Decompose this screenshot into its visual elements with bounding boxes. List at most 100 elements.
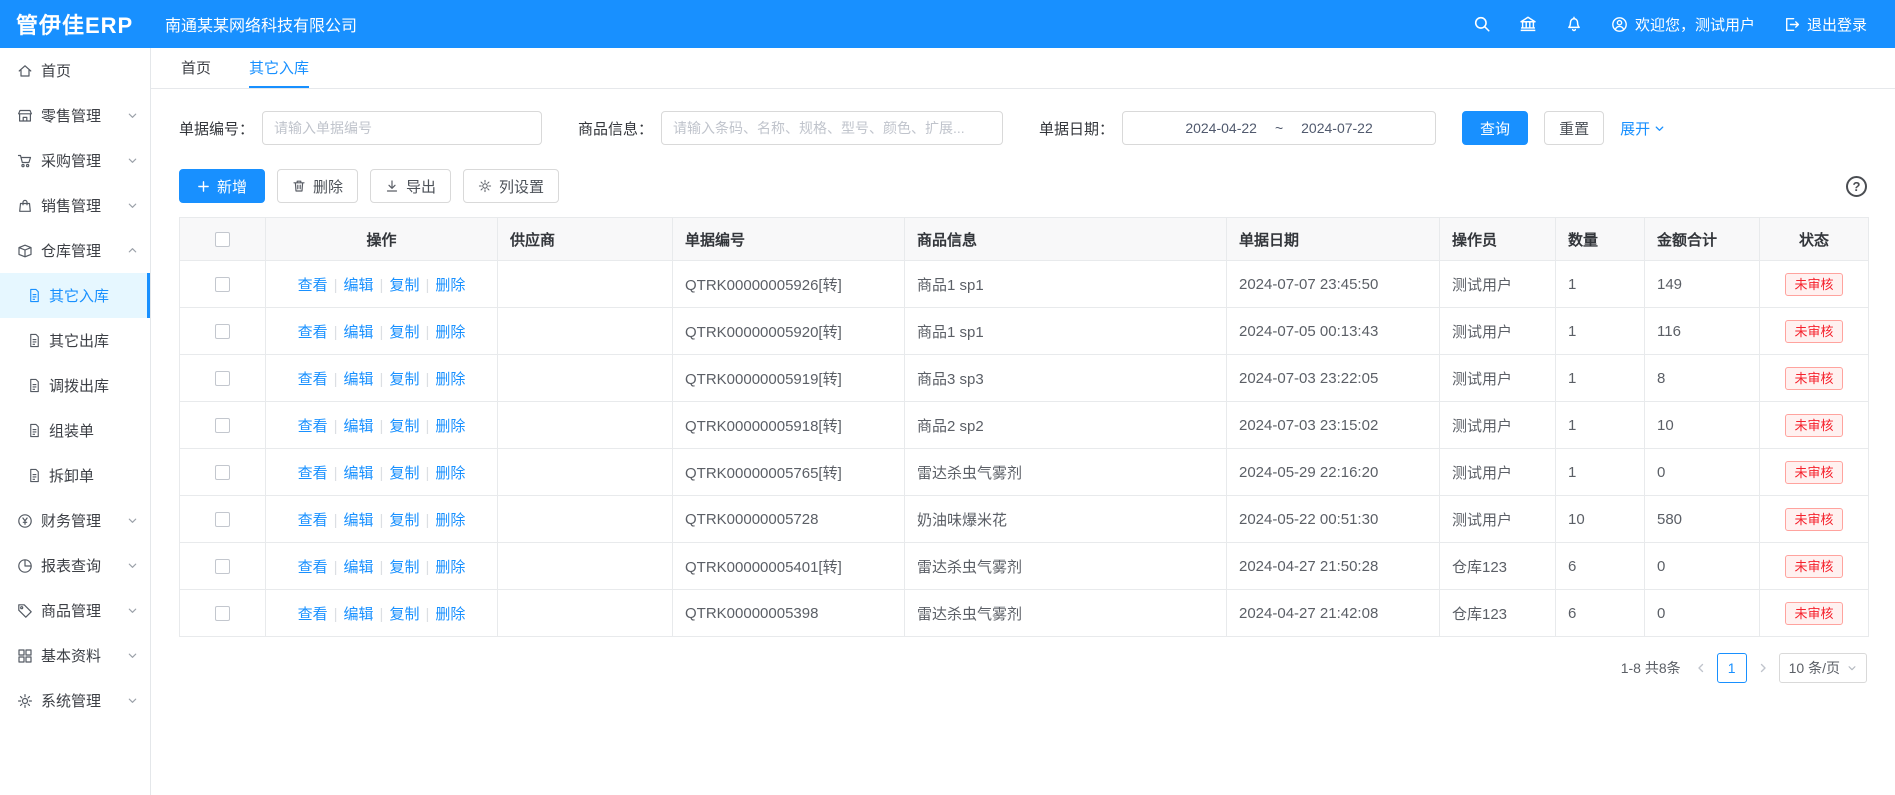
sidebar-item-other-inbound[interactable]: 其它入库 [0,273,150,318]
view-link[interactable]: 查看 [298,559,328,576]
welcome-user[interactable]: 欢迎您，测试用户 [1611,14,1755,35]
copy-link[interactable]: 复制 [389,559,419,576]
view-link[interactable]: 查看 [298,418,328,435]
view-link[interactable]: 查看 [298,606,328,623]
sidebar-item-report-query[interactable]: 报表查询 [0,543,150,588]
sidebar-item-sales[interactable]: 销售管理 [0,183,150,228]
delete-button[interactable]: 删除 [277,169,358,203]
sales-bag-icon [17,198,33,214]
portal-icon[interactable] [1519,15,1537,33]
sidebar-item-purchase[interactable]: 采购管理 [0,138,150,183]
delete-link[interactable]: 删除 [435,606,465,623]
logout-button[interactable]: 退出登录 [1783,14,1867,35]
status-badge: 未审核 [1785,367,1842,390]
delete-link[interactable]: 删除 [435,371,465,388]
edit-link[interactable]: 编辑 [344,512,374,529]
copy-link[interactable]: 复制 [389,465,419,482]
sidebar-item-label: 系统管理 [41,690,101,711]
sidebar-item-label: 首页 [41,60,71,81]
date-end-value[interactable]: 2024-07-22 [1301,120,1373,136]
tab-other-inbound[interactable]: 其它入库 [249,48,309,88]
row-checkbox[interactable] [215,418,230,433]
copy-link[interactable]: 复制 [389,606,419,623]
tab-home[interactable]: 首页 [181,48,211,88]
next-page-button[interactable] [1757,662,1769,674]
bill-no-cell: QTRK00000005398 [673,590,905,637]
edit-link[interactable]: 编辑 [344,465,374,482]
copy-link[interactable]: 复制 [389,512,419,529]
row-checkbox[interactable] [215,371,230,386]
delete-link[interactable]: 删除 [435,559,465,576]
select-all-checkbox[interactable] [215,232,230,247]
col-date: 单据日期 [1227,218,1440,261]
date-range-picker[interactable]: 2024-04-22 ~ 2024-07-22 [1122,111,1436,145]
row-checkbox[interactable] [215,606,230,621]
notification-bell-icon[interactable] [1565,15,1583,33]
edit-link[interactable]: 编辑 [344,606,374,623]
export-button[interactable]: 导出 [370,169,451,203]
edit-link[interactable]: 编辑 [344,559,374,576]
sidebar-item-assembly-order[interactable]: 组装单 [0,408,150,453]
delete-link[interactable]: 删除 [435,465,465,482]
sidebar-item-transfer-outbound[interactable]: 调拨出库 [0,363,150,408]
delete-link[interactable]: 删除 [435,512,465,529]
action-separator: | [380,465,384,482]
search-button[interactable]: 查询 [1462,111,1528,145]
sidebar-item-finance[interactable]: 财务管理 [0,498,150,543]
edit-link[interactable]: 编辑 [344,371,374,388]
delete-link[interactable]: 删除 [435,324,465,341]
sidebar-item-system[interactable]: 系统管理 [0,678,150,723]
row-checkbox[interactable] [215,512,230,527]
view-link[interactable]: 查看 [298,465,328,482]
page-size-select[interactable]: 10 条/页 [1779,653,1867,683]
row-checkbox[interactable] [215,277,230,292]
col-operator: 操作员 [1440,218,1556,261]
table-row: 查看|编辑|复制|删除 QTRK00000005926[转] 商品1 sp1 2… [180,261,1869,308]
bill-no-cell: QTRK00000005918[转] [673,402,905,449]
edit-link[interactable]: 编辑 [344,418,374,435]
column-settings-button[interactable]: 列设置 [463,169,559,203]
view-link[interactable]: 查看 [298,277,328,294]
delete-link[interactable]: 删除 [435,277,465,294]
chevron-down-icon [127,200,138,211]
sidebar-item-home[interactable]: 首页 [0,48,150,93]
copy-link[interactable]: 复制 [389,371,419,388]
sidebar-item-other-outbound[interactable]: 其它出库 [0,318,150,363]
sidebar-item-basic-data[interactable]: 基本资料 [0,633,150,678]
product-info-input[interactable] [661,111,1003,145]
delete-link[interactable]: 删除 [435,418,465,435]
bill-no-cell: QTRK00000005926[转] [673,261,905,308]
add-button[interactable]: 新增 [179,169,265,203]
expand-filters-link[interactable]: 展开 [1620,118,1665,139]
row-checkbox[interactable] [215,559,230,574]
view-link[interactable]: 查看 [298,371,328,388]
view-link[interactable]: 查看 [298,512,328,529]
copy-link[interactable]: 复制 [389,277,419,294]
sidebar-item-disassembly-order[interactable]: 拆卸单 [0,453,150,498]
copy-link[interactable]: 复制 [389,418,419,435]
chevron-down-icon [1847,663,1857,673]
edit-link[interactable]: 编辑 [344,324,374,341]
status-badge: 未审核 [1785,414,1842,437]
prev-page-button[interactable] [1695,662,1707,674]
copy-link[interactable]: 复制 [389,324,419,341]
view-link[interactable]: 查看 [298,324,328,341]
bill-no-input[interactable] [262,111,542,145]
supplier-cell [498,496,673,543]
row-checkbox[interactable] [215,324,230,339]
sidebar-item-retail[interactable]: 零售管理 [0,93,150,138]
action-separator: | [334,465,338,482]
supplier-cell [498,261,673,308]
col-actions: 操作 [266,218,498,261]
row-checkbox-cell [180,308,266,355]
sidebar-item-goods[interactable]: 商品管理 [0,588,150,633]
edit-link[interactable]: 编辑 [344,277,374,294]
col-supplier: 供应商 [498,218,673,261]
current-page-button[interactable]: 1 [1717,653,1747,683]
help-icon[interactable]: ? [1846,176,1867,197]
sidebar-item-warehouse[interactable]: 仓库管理 [0,228,150,273]
search-icon[interactable] [1473,15,1491,33]
row-checkbox[interactable] [215,465,230,480]
date-start-value[interactable]: 2024-04-22 [1185,120,1257,136]
reset-button[interactable]: 重置 [1544,111,1604,145]
